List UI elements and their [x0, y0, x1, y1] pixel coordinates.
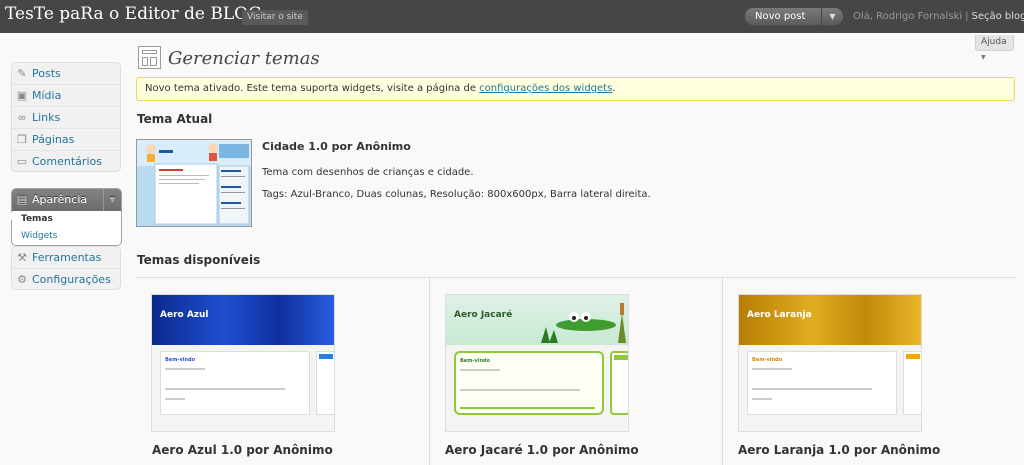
- theme-activated-notice: Novo tema ativado. Este tema suporta wid…: [136, 77, 1015, 101]
- crocodile-illustration: [541, 303, 626, 343]
- page-title: Gerenciar temas: [168, 48, 320, 69]
- themes-page-icon: [138, 46, 161, 69]
- sidebar-item-label: Mídia: [32, 89, 62, 102]
- new-post-button[interactable]: Novo post ▼: [744, 7, 844, 26]
- theme-thumbnail-aero-azul[interactable]: Aero Azul Bem-vindo: [151, 294, 335, 432]
- thumb-banner: [152, 295, 334, 345]
- chevron-down-icon: ▼: [981, 54, 986, 61]
- widgets-settings-link[interactable]: configurações dos widgets: [479, 83, 612, 94]
- pin-icon: ✎: [17, 67, 27, 80]
- theme-name-aero-azul[interactable]: Aero Azul 1.0 por Anônimo: [152, 443, 333, 457]
- current-theme-tags: Tags: Azul-Branco, Duas colunas, Resoluç…: [262, 189, 651, 200]
- thumb-post-title: Bem-vindo: [460, 358, 491, 364]
- current-theme-name: Cidade 1.0 por Anônimo: [262, 140, 411, 153]
- thumb-post-title: Bem-vindo: [752, 357, 783, 363]
- cidade-theme-preview: [137, 140, 251, 226]
- thumb-post: Bem-vindo: [160, 351, 310, 415]
- logout-link[interactable]: Seção blog: [971, 11, 1024, 22]
- new-post-label[interactable]: Novo post: [755, 8, 805, 25]
- sidebar-item-label: Aparência: [32, 193, 88, 206]
- column-divider: [429, 278, 430, 465]
- thumb-sidebar: [316, 351, 334, 415]
- chevron-down-icon[interactable]: ▼: [821, 8, 843, 25]
- sidebar-item-media[interactable]: ▣ Mídia: [12, 85, 120, 107]
- thumb-sidebar: [610, 351, 628, 415]
- sidebar-item-comments[interactable]: ▭ Comentários: [12, 151, 120, 173]
- sidebar-appearance-menu: ▤ Aparência ▼ Temas Widgets: [11, 188, 122, 246]
- sidebar-item-label: Ferramentas: [32, 251, 102, 264]
- current-theme-screenshot: [136, 139, 252, 227]
- sidebar-item-label: Comentários: [32, 155, 102, 168]
- sidebar-menu-top: ✎ Posts ▣ Mídia ∞ Links ❐ Páginas ▭ Come…: [11, 62, 121, 172]
- theme-name-aero-laranja[interactable]: Aero Laranja 1.0 por Anônimo: [738, 443, 940, 457]
- sidebar-item-label: Páginas: [32, 133, 75, 146]
- collapse-arrow-icon[interactable]: ▼: [103, 189, 121, 211]
- user-info: Olá, Rodrigo Fornalski | Seção blog: [853, 11, 1024, 22]
- thumb-post: Bem-vindo: [454, 351, 604, 415]
- separator: |: [965, 11, 969, 22]
- user-greeting[interactable]: Olá, Rodrigo Fornalski: [853, 11, 962, 22]
- media-icon: ▣: [16, 89, 28, 102]
- sidebar-item-label: Configurações: [32, 273, 111, 286]
- theme-thumbnail-aero-jacare[interactable]: Aero Jacaré Bem-vindo: [445, 294, 629, 432]
- sidebar-menu-bottom: ⚒ Ferramentas ⚙ Configurações: [11, 246, 121, 290]
- sidebar-item-tools[interactable]: ⚒ Ferramentas: [12, 247, 120, 269]
- sidebar-item-label: Links: [32, 111, 61, 124]
- sidebar-item-links[interactable]: ∞ Links: [12, 107, 120, 129]
- help-label: Ajuda: [981, 37, 1007, 47]
- available-themes-heading: Temas disponíveis: [137, 253, 261, 267]
- appearance-icon: ▤: [16, 193, 28, 206]
- settings-icon: ⚙: [17, 273, 27, 286]
- comments-icon: ▭: [16, 155, 28, 168]
- current-theme-heading: Tema Atual: [137, 112, 213, 126]
- thumb-title: Aero Jacaré: [454, 310, 513, 320]
- tools-icon: ⚒: [17, 251, 27, 264]
- site-title[interactable]: TesTe paRa o Editor de BLOGs: [5, 4, 270, 24]
- submenu-item-widgets[interactable]: Widgets: [12, 228, 121, 245]
- sidebar-item-pages[interactable]: ❐ Páginas: [12, 129, 120, 151]
- thumb-post: Bem-vindo: [747, 351, 897, 415]
- thumb-sidebar: [903, 351, 921, 415]
- thumb-post-title: Bem-vindo: [165, 357, 196, 363]
- current-item-arrow-icon: [11, 212, 15, 220]
- theme-thumbnail-aero-laranja[interactable]: Aero Laranja Bem-vindo: [738, 294, 922, 432]
- pages-icon: ❐: [17, 133, 27, 146]
- thumb-title: Aero Laranja: [747, 310, 812, 320]
- section-divider: [136, 277, 1016, 278]
- admin-header: TesTe paRa o Editor de BLOGs Visitar o s…: [0, 0, 1024, 33]
- thumb-title: Aero Azul: [160, 310, 209, 320]
- theme-name-aero-jacare[interactable]: Aero Jacaré 1.0 por Anônimo: [445, 443, 639, 457]
- thumb-banner: [739, 295, 921, 345]
- notice-text: Novo tema ativado. Este tema suporta wid…: [145, 83, 480, 94]
- column-divider: [722, 278, 723, 465]
- sidebar-item-posts[interactable]: ✎ Posts: [12, 63, 120, 85]
- help-button[interactable]: Ajuda ▼: [975, 35, 1014, 61]
- sidebar-item-settings[interactable]: ⚙ Configurações: [12, 269, 120, 291]
- sidebar-item-appearance[interactable]: ▤ Aparência ▼: [12, 189, 121, 211]
- notice-end: .: [612, 83, 616, 94]
- sidebar-item-label: Posts: [32, 67, 61, 80]
- visit-site-button[interactable]: Visitar o site: [242, 10, 308, 25]
- links-icon: ∞: [17, 111, 27, 124]
- submenu-item-themes[interactable]: Temas: [12, 211, 121, 228]
- current-theme-description: Tema com desenhos de crianças e cidade.: [262, 167, 474, 178]
